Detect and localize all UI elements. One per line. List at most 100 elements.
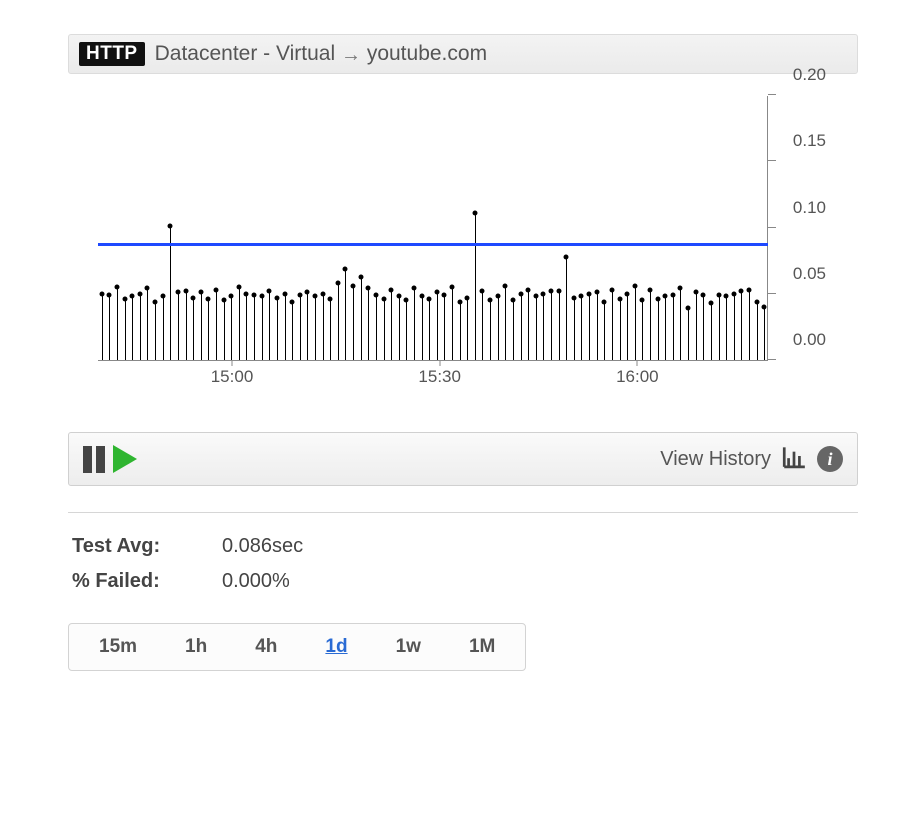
bar [132, 296, 133, 360]
data-point [358, 274, 363, 279]
bar [665, 296, 666, 360]
bar [422, 296, 423, 360]
data-point [655, 297, 660, 302]
bar [246, 294, 247, 360]
play-button[interactable] [113, 445, 137, 473]
data-point [670, 293, 675, 298]
data-point [701, 293, 706, 298]
data-point [716, 293, 721, 298]
bar [521, 294, 522, 360]
data-point [640, 298, 645, 303]
divider [68, 512, 858, 513]
data-point [411, 286, 416, 291]
data-point [320, 291, 325, 296]
data-point [663, 294, 668, 299]
data-point [693, 290, 698, 295]
pause-button[interactable] [83, 446, 105, 473]
bar [109, 295, 110, 360]
range-1h[interactable]: 1h [161, 632, 231, 662]
bar [726, 296, 727, 360]
range-1w[interactable]: 1w [372, 632, 445, 662]
bar [338, 283, 339, 360]
monitor-target: youtube.com [367, 42, 487, 65]
bar [620, 299, 621, 360]
data-point [396, 294, 401, 299]
stats-block: Test Avg: 0.086sec % Failed: 0.000% [68, 535, 858, 593]
threshold-line [98, 243, 768, 246]
bar [376, 295, 377, 360]
bar [231, 296, 232, 360]
data-point [609, 287, 614, 292]
data-point [632, 283, 637, 288]
y-tick [768, 227, 776, 228]
bar [650, 290, 651, 360]
data-point [221, 298, 226, 303]
data-point [404, 298, 409, 303]
bar [475, 213, 476, 360]
bar [680, 288, 681, 360]
view-history-link[interactable]: View History [660, 448, 771, 471]
data-point [259, 294, 264, 299]
y-tick [768, 160, 776, 161]
data-point [708, 301, 713, 306]
monitor-header: HTTP Datacenter - Virtual → youtube.com [68, 34, 858, 74]
bar [330, 299, 331, 360]
bar [711, 303, 712, 360]
bar-chart-icon[interactable] [781, 443, 807, 475]
bar [361, 277, 362, 360]
bar [170, 226, 171, 360]
bar [513, 300, 514, 360]
data-point [602, 299, 607, 304]
bar [300, 295, 301, 360]
bar [353, 286, 354, 360]
data-point [724, 294, 729, 299]
y-axis-line [767, 96, 768, 360]
range-15m[interactable]: 15m [75, 632, 161, 662]
range-4h[interactable]: 4h [231, 632, 301, 662]
info-icon[interactable]: i [817, 446, 843, 472]
bar [193, 298, 194, 360]
bar [719, 295, 720, 360]
bar [384, 299, 385, 360]
data-point [274, 295, 279, 300]
data-point [556, 289, 561, 294]
bar [147, 288, 148, 360]
bar [178, 292, 179, 360]
data-point [571, 295, 576, 300]
bar [285, 294, 286, 360]
bar [749, 290, 750, 360]
data-point [145, 286, 150, 291]
test-avg-label: Test Avg: [72, 535, 222, 558]
bar [262, 296, 263, 360]
data-point [191, 295, 196, 300]
data-point [160, 294, 165, 299]
data-point [746, 287, 751, 292]
bar [186, 291, 187, 360]
y-tick-label: 0.10 [793, 198, 826, 218]
data-point [381, 297, 386, 302]
bar [566, 257, 567, 360]
bar [581, 296, 582, 360]
x-tick [637, 360, 638, 366]
data-point [312, 294, 317, 299]
data-point [579, 294, 584, 299]
bar [536, 296, 537, 360]
data-point [99, 291, 104, 296]
bar [254, 295, 255, 360]
range-1d[interactable]: 1d [301, 632, 371, 662]
bar [201, 292, 202, 360]
data-point [373, 293, 378, 298]
range-1M[interactable]: 1M [445, 632, 519, 662]
bar [482, 291, 483, 360]
data-point [495, 294, 500, 299]
data-point [533, 294, 538, 299]
bar [444, 295, 445, 360]
data-point [457, 299, 462, 304]
bar [208, 299, 209, 360]
bar [604, 302, 605, 360]
data-point [647, 287, 652, 292]
percent-failed-label: % Failed: [72, 570, 222, 593]
bar [117, 287, 118, 360]
y-tick-label: 0.20 [793, 65, 826, 85]
data-point [305, 290, 310, 295]
